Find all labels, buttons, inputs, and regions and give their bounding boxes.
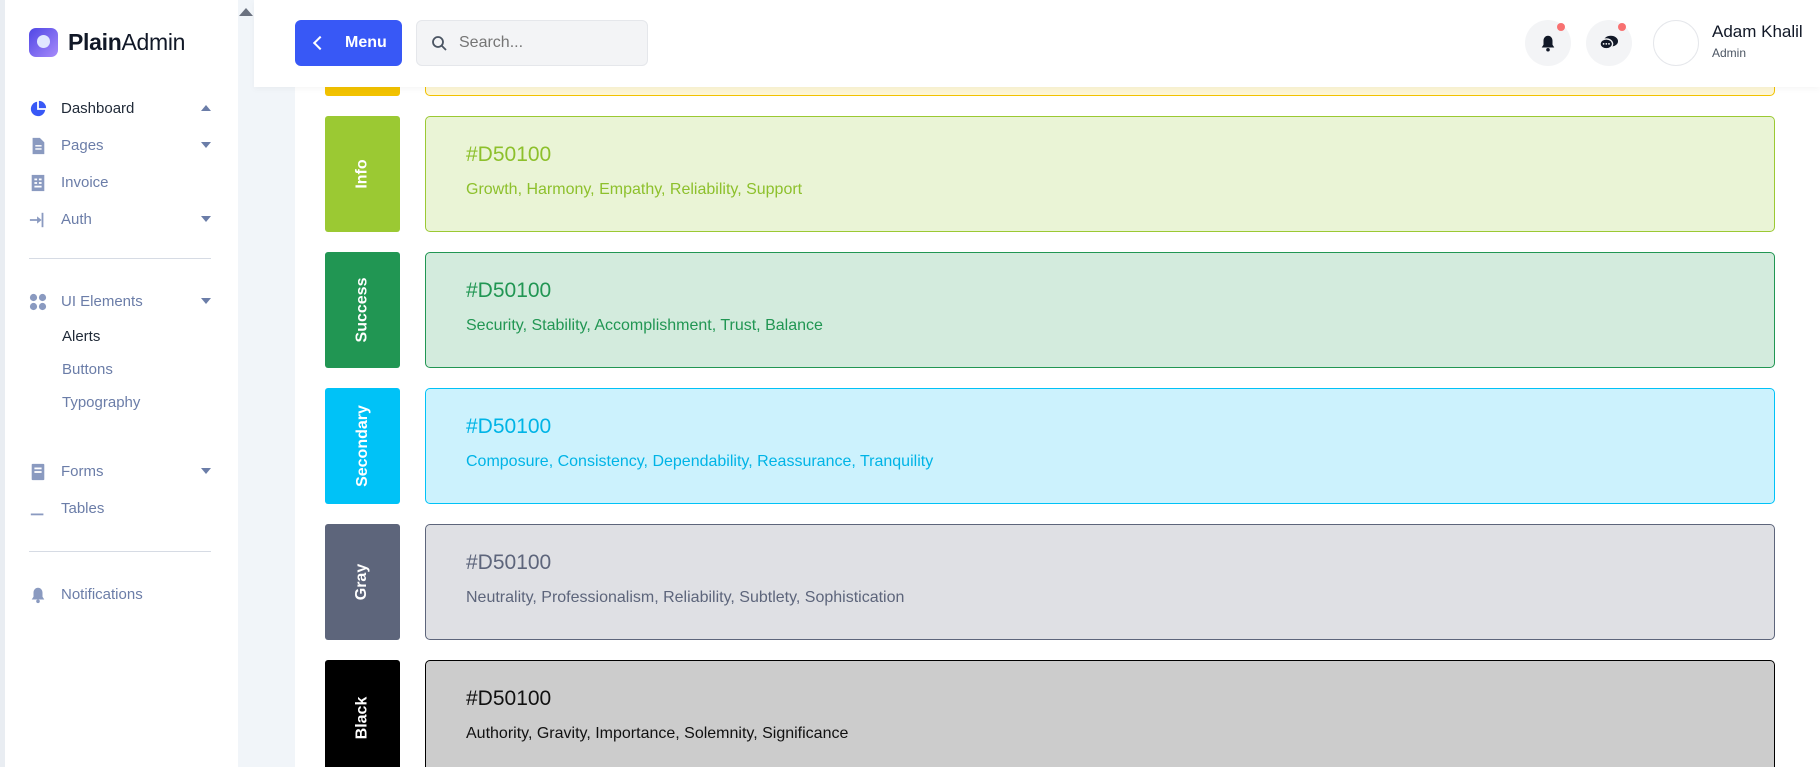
main-content: Info #D50100 Growth, Harmony, Empathy, R… <box>295 0 1820 767</box>
sidebar-divider <box>29 258 211 259</box>
menu-button-label: Menu <box>345 34 387 51</box>
color-row-gray: Gray #D50100 Neutrality, Professionalism… <box>325 524 1775 640</box>
sidebar-item-label: Pages <box>61 137 104 154</box>
sidebar-subitem-typography[interactable]: Typography <box>29 386 211 419</box>
color-swatch-label: Black <box>353 696 371 740</box>
search-icon <box>432 36 447 51</box>
color-swatch-label: Gray <box>353 563 371 601</box>
color-panel: #D50100 Growth, Harmony, Empathy, Reliab… <box>425 116 1775 232</box>
search-box[interactable] <box>416 20 648 66</box>
sidebar: PlainAdmin Dashboard Pages Invoice Auth … <box>0 0 238 767</box>
color-hex: #D50100 <box>466 687 552 710</box>
sidebar-nav: Dashboard Pages Invoice Auth UI Elements… <box>29 90 211 613</box>
color-swatch: Info <box>325 116 400 232</box>
color-row-success: Success #D50100 Security, Stability, Acc… <box>325 252 1775 368</box>
color-swatch-label: Info <box>353 159 371 189</box>
chevron-down-icon[interactable] <box>201 142 211 148</box>
invoice-icon <box>31 174 45 191</box>
sidebar-item-tables[interactable]: Tables <box>29 490 211 527</box>
sidebar-item-dashboard[interactable]: Dashboard <box>29 90 211 127</box>
sidebar-item-notifications[interactable]: Notifications <box>29 576 211 613</box>
table-icon <box>30 513 44 515</box>
color-hex: #D50100 <box>466 143 552 166</box>
color-swatch: Success <box>325 252 400 368</box>
sidebar-item-label: Forms <box>61 463 104 480</box>
sidebar-item-invoice[interactable]: Invoice <box>29 164 211 201</box>
login-icon <box>29 212 44 227</box>
color-keywords: Neutrality, Professionalism, Reliability… <box>466 589 905 606</box>
user-name[interactable]: Adam Khalil <box>1712 22 1803 42</box>
sidebar-item-label: UI Elements <box>61 293 143 310</box>
chevron-up-icon[interactable] <box>201 105 211 111</box>
message-dot <box>1618 23 1626 31</box>
sidebar-divider <box>29 551 211 552</box>
scroll-up-arrow-icon[interactable] <box>239 8 253 16</box>
notification-dot <box>1557 23 1565 31</box>
color-swatch: Gray <box>325 524 400 640</box>
chat-bubbles-icon <box>1599 35 1618 50</box>
color-panel: #D50100 Security, Stability, Accomplishm… <box>425 252 1775 368</box>
sidebar-item-label: Dashboard <box>61 100 135 117</box>
sidebar-subitem-alerts[interactable]: Alerts <box>29 320 211 353</box>
color-row-secondary: Secondary #D50100 Composure, Consistency… <box>325 388 1775 504</box>
avatar[interactable] <box>1653 20 1699 66</box>
color-keywords: Composure, Consistency, Dependability, R… <box>466 453 934 470</box>
chevron-down-icon[interactable] <box>201 216 211 222</box>
pie-chart-icon <box>30 100 47 116</box>
sidebar-item-label: Tables <box>61 500 105 517</box>
user-role: Admin <box>1712 46 1747 60</box>
sidebar-item-forms[interactable]: Forms <box>29 453 211 490</box>
sidebar-item-pages[interactable]: Pages <box>29 127 211 164</box>
logo[interactable]: PlainAdmin <box>29 28 185 57</box>
logo-text: PlainAdmin <box>68 29 186 55</box>
chevron-down-icon[interactable] <box>201 468 211 474</box>
messages-button[interactable] <box>1586 20 1632 66</box>
grid-icon <box>29 293 47 310</box>
color-swatch-label: Secondary <box>353 405 371 487</box>
sidebar-edge <box>0 0 5 767</box>
sidebar-item-label: Auth <box>61 211 92 228</box>
color-keywords: Authority, Gravity, Importance, Solemnit… <box>466 725 849 742</box>
sidebar-item-ui-elements[interactable]: UI Elements <box>29 283 211 320</box>
color-keywords: Security, Stability, Accomplishment, Tru… <box>466 317 823 334</box>
color-row-black: Black #D50100 Authority, Gravity, Import… <box>325 660 1775 767</box>
logo-icon <box>29 28 58 57</box>
color-swatch: Secondary <box>325 388 400 504</box>
color-swatch: Black <box>325 660 400 767</box>
color-panel: #D50100 Neutrality, Professionalism, Rel… <box>425 524 1775 640</box>
sidebar-item-label: Notifications <box>61 586 143 603</box>
sidebar-subitem-buttons[interactable]: Buttons <box>29 353 211 386</box>
notifications-button[interactable] <box>1525 20 1571 66</box>
sidebar-item-auth[interactable]: Auth <box>29 201 211 238</box>
bell-icon <box>31 587 45 603</box>
color-panel: #D50100 Composure, Consistency, Dependab… <box>425 388 1775 504</box>
search-input[interactable] <box>459 34 629 52</box>
color-panel: #D50100 Authority, Gravity, Importance, … <box>425 660 1775 767</box>
color-hex: #D50100 <box>466 279 552 302</box>
color-keywords: Growth, Harmony, Empathy, Reliability, S… <box>466 181 803 198</box>
form-icon <box>31 463 45 480</box>
sidebar-item-label: Invoice <box>61 174 109 191</box>
chevron-down-icon[interactable] <box>201 298 211 304</box>
menu-button[interactable]: Menu <box>295 20 402 66</box>
color-hex: #D50100 <box>466 551 552 574</box>
color-swatch-label: Success <box>353 277 371 343</box>
document-icon <box>32 137 45 154</box>
color-hex: #D50100 <box>466 415 552 438</box>
color-row-info: Info #D50100 Growth, Harmony, Empathy, R… <box>325 116 1775 232</box>
sidebar-scrollbar[interactable] <box>238 0 254 767</box>
bell-icon <box>1541 35 1555 52</box>
chevron-left-icon <box>312 35 328 51</box>
top-header: Menu Adam Khalil Admin <box>254 0 1820 87</box>
